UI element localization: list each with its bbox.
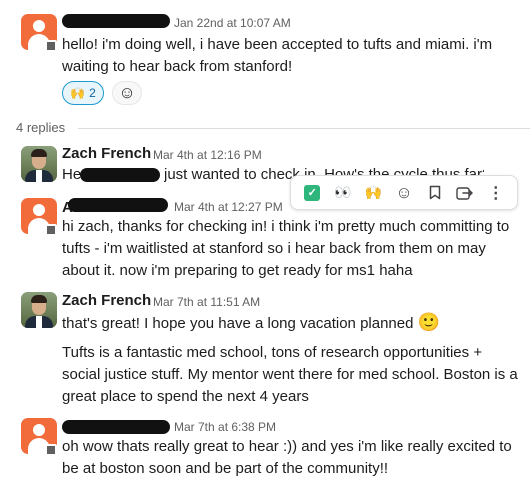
message-4: Zach French Mar 7th at 11:51 AM that's g…	[0, 286, 530, 408]
status-icon	[45, 40, 57, 52]
redacted-text	[80, 168, 160, 182]
message-text-start: He	[62, 166, 82, 183]
message-text: hi zach, thanks for checking in! i think…	[62, 218, 510, 279]
raised-hands-icon: 🙌	[364, 184, 383, 200]
message-5: Mar 7th at 6:38 PM oh wow thats really g…	[0, 414, 530, 493]
eyes-icon: 👀	[334, 184, 352, 200]
message-1: Jan 22nd at 10:07 AM hello! i'm doing we…	[0, 0, 530, 110]
add-reaction-icon: ☺	[118, 83, 136, 102]
status-icon	[45, 224, 57, 236]
forward-icon	[456, 186, 474, 200]
forward-button[interactable]	[450, 178, 481, 208]
more-actions-button[interactable]: ⋮	[480, 178, 511, 208]
react-eyes-button[interactable]: 👀	[328, 178, 359, 208]
reaction-count: 2	[89, 86, 96, 100]
timestamp[interactable]: Jan 22nd at 10:07 AM	[174, 16, 291, 30]
react-raised-hands-button[interactable]: 🙌	[358, 178, 389, 208]
redacted-name	[62, 14, 170, 28]
message-text: hello! i'm doing well, i have been accep…	[62, 36, 493, 75]
complete-button[interactable]: ✓	[297, 178, 328, 208]
add-reaction-button[interactable]: ☺	[389, 178, 420, 208]
message-text: that's great! I hope you have a long vac…	[62, 311, 522, 335]
reaction-raised-hands[interactable]: 🙌 2	[62, 81, 104, 105]
timestamp[interactable]: Mar 4th at 12:27 PM	[174, 200, 283, 214]
replies-count: 4 replies	[16, 120, 66, 135]
avatar[interactable]	[21, 292, 57, 328]
divider	[78, 128, 530, 129]
sender-name[interactable]: Zach French	[62, 292, 151, 309]
message-text: Tufts is a fantastic med school, tons of…	[62, 344, 518, 405]
avatar[interactable]	[21, 146, 57, 182]
sender-name[interactable]: Zach French	[62, 145, 151, 162]
add-reaction-icon: ☺	[395, 182, 413, 202]
bookmark-icon	[429, 185, 440, 200]
slightly-smiling-face-icon: 🙂	[417, 312, 441, 332]
timestamp[interactable]: Mar 4th at 12:16 PM	[153, 148, 262, 162]
status-icon	[45, 444, 57, 456]
message-actions-toolbar: ✓ 👀 🙌 ☺ ⋮	[290, 175, 518, 210]
redacted-name	[68, 198, 168, 212]
raised-hands-icon: 🙌	[70, 86, 86, 100]
redacted-name	[62, 420, 170, 434]
save-button[interactable]	[419, 178, 450, 208]
more-icon: ⋮	[487, 184, 504, 202]
timestamp[interactable]: Mar 7th at 11:51 AM	[153, 295, 260, 309]
timestamp[interactable]: Mar 7th at 6:38 PM	[174, 420, 276, 434]
check-icon: ✓	[304, 184, 321, 201]
add-reaction-button[interactable]: ☺	[112, 81, 142, 105]
message-text-part: that's great! I hope you have a long vac…	[62, 315, 414, 332]
message-text: oh wow thats really great to hear :)) an…	[62, 438, 512, 477]
